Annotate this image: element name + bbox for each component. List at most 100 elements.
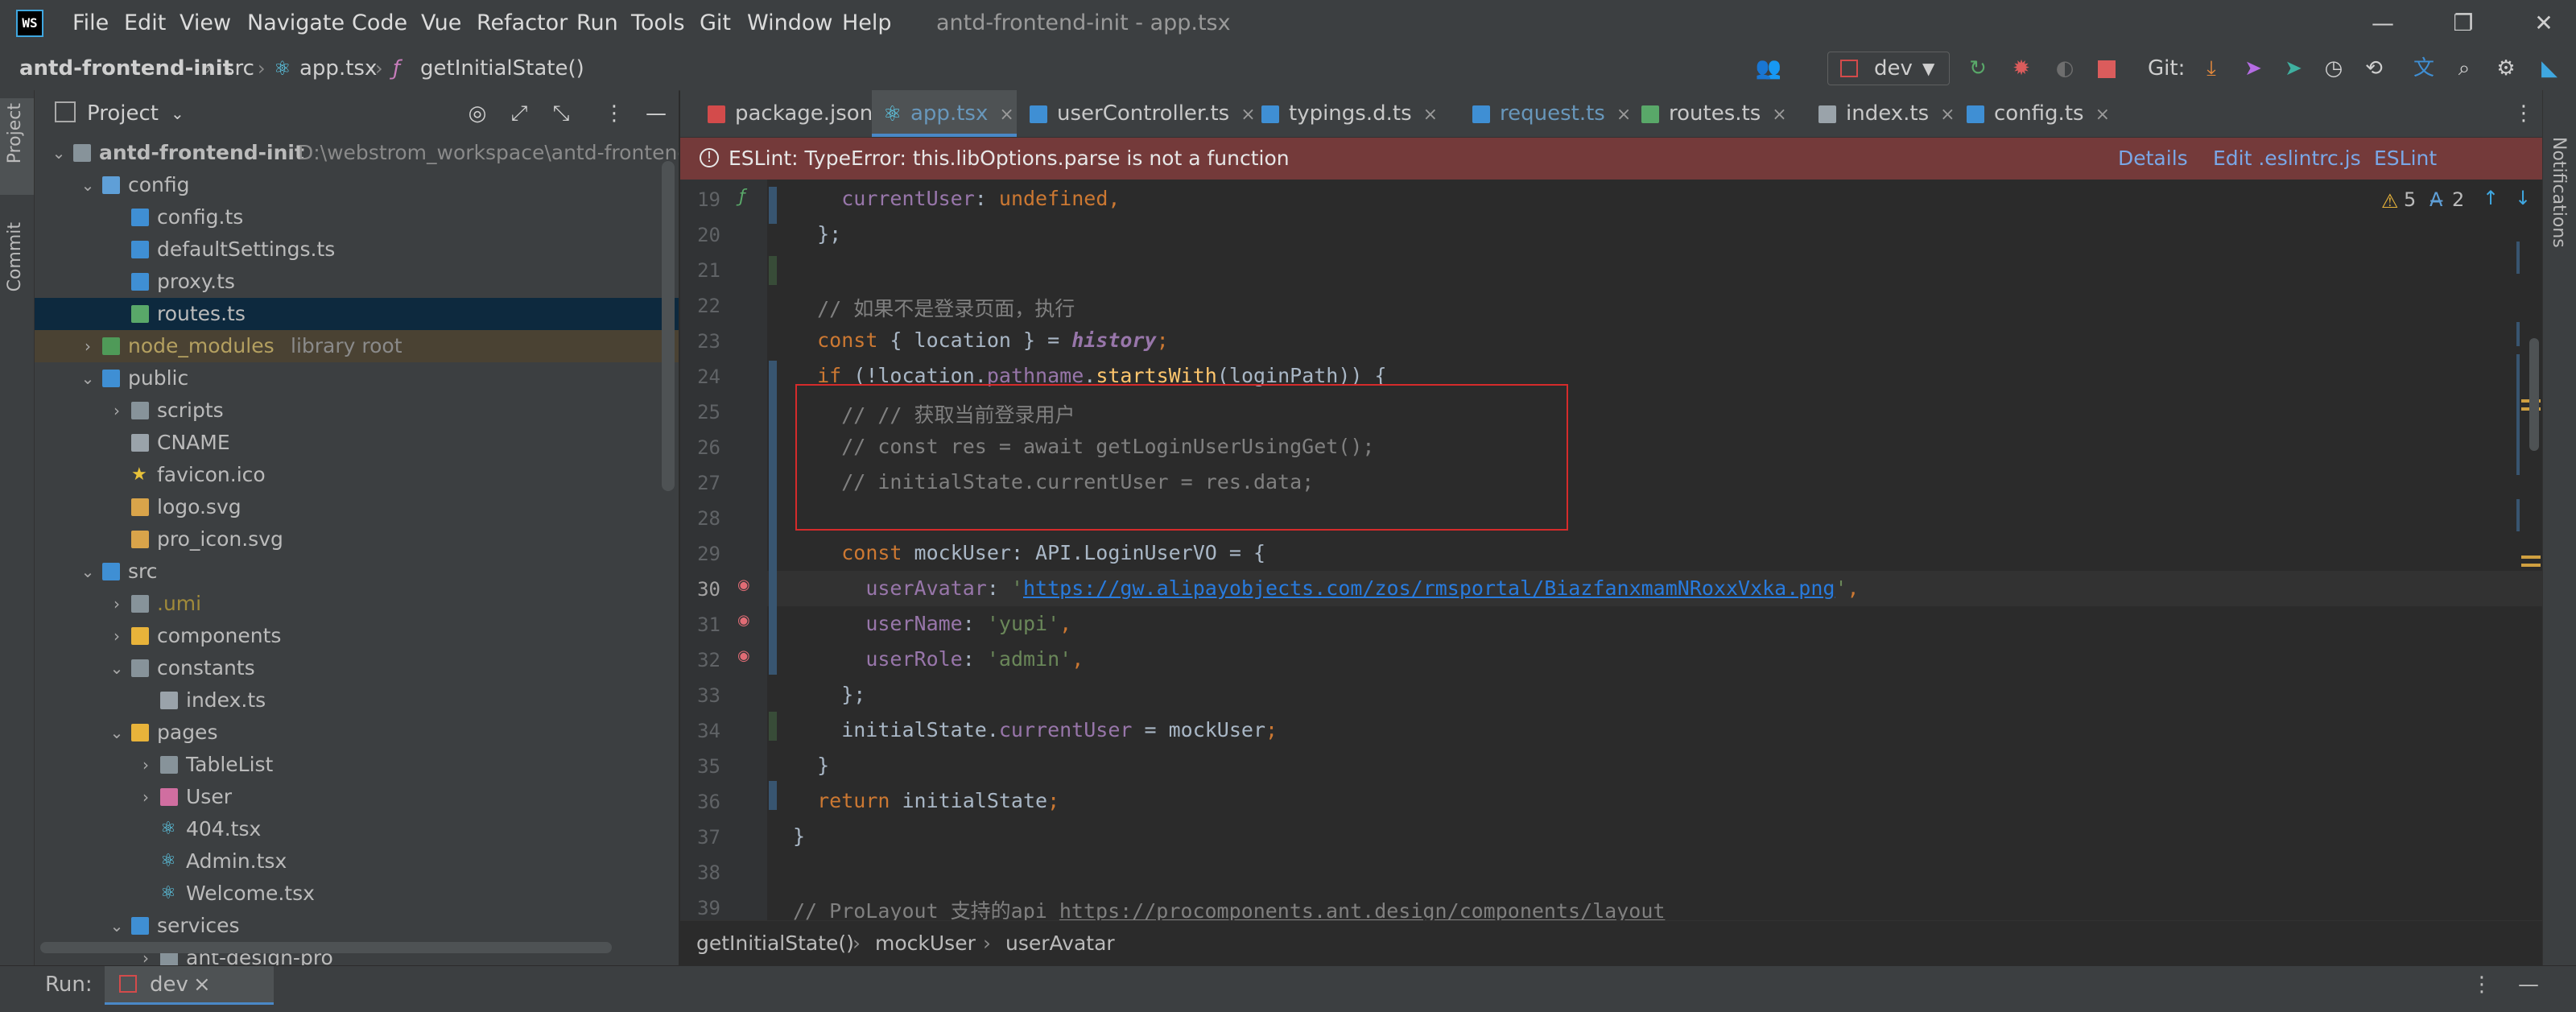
menu-window[interactable]: Window [747, 0, 832, 47]
history-icon[interactable]: ◷ [2320, 55, 2347, 82]
tree-item[interactable]: proxy.ts [35, 266, 679, 298]
close-tab-icon[interactable]: × [2095, 105, 2110, 125]
tree-item[interactable]: › node_modules library root [35, 330, 679, 362]
notifications-tool-tab[interactable]: Notifications [2549, 137, 2569, 248]
warning-count[interactable]: 5 [2404, 188, 2416, 211]
collapse-all-icon[interactable]: ⤡ [547, 100, 575, 127]
chevron-down-icon[interactable]: ⌄ [107, 652, 126, 684]
tree-item[interactable]: ⌄ services [35, 910, 679, 942]
project-panel-title[interactable]: Project [87, 90, 159, 137]
options-icon[interactable]: ⋮ [601, 100, 628, 127]
menu-vue[interactable]: Vue [421, 0, 461, 47]
tab-options-icon[interactable]: ⋮ [2510, 100, 2537, 127]
menu-help[interactable]: Help [842, 0, 892, 47]
code-line[interactable]: } [793, 754, 829, 777]
typo-icon[interactable]: A̶ [2429, 188, 2442, 211]
commit-tool-tab[interactable]: Commit [5, 222, 29, 291]
tree-item[interactable]: › .umi [35, 588, 679, 620]
eslint-details-link[interactable]: Details [2118, 138, 2188, 180]
override-gutter-icon[interactable]: ◉ [737, 612, 750, 629]
tree-item[interactable]: ⚛ Admin.tsx [35, 845, 679, 878]
chevron-right-icon[interactable]: › [136, 781, 155, 813]
code-line[interactable]: const mockUser: API.LoginUserVO = { [793, 541, 1265, 564]
project-tool-tab[interactable]: Project [5, 103, 29, 163]
tree-item[interactable]: › User [35, 781, 679, 813]
code-line[interactable]: } [793, 824, 805, 848]
scroll-warning-marker[interactable] [2521, 556, 2541, 559]
close-tab-icon[interactable]: × [1616, 105, 1631, 125]
tree-item[interactable]: defaultSettings.ts [35, 233, 679, 266]
menu-code[interactable]: Code [352, 0, 407, 47]
editor-crumb-function[interactable]: getInitialState() [696, 921, 854, 966]
menu-navigate[interactable]: Navigate [247, 0, 345, 47]
close-icon[interactable]: × [193, 966, 211, 1003]
scroll-marker[interactable] [2516, 499, 2520, 531]
code-line[interactable]: const { location } = history; [793, 328, 1169, 352]
chevron-right-icon[interactable]: › [107, 588, 126, 620]
chevron-right-icon[interactable]: › [107, 394, 126, 427]
function-gutter-icon[interactable]: ƒ [739, 187, 745, 207]
hide-run-icon[interactable]: — [2518, 966, 2539, 1003]
menu-file[interactable]: File [72, 0, 109, 47]
tree-item[interactable]: ⚛ 404.tsx [35, 813, 679, 845]
scroll-marker[interactable] [2516, 322, 2520, 346]
override-gutter-icon[interactable]: ◉ [737, 576, 750, 593]
breadcrumb-symbol[interactable]: getInitialState() [420, 47, 584, 90]
webstorm-logo-icon[interactable]: WS [16, 10, 43, 37]
breadcrumb-folder[interactable]: src [224, 47, 254, 90]
translate-icon[interactable]: 文 [2410, 55, 2438, 82]
chevron-right-icon[interactable]: › [107, 620, 126, 652]
override-gutter-icon[interactable]: ◉ [737, 647, 750, 664]
git-update-icon[interactable]: ⤓ [2198, 55, 2225, 82]
code-line[interactable]: userAvatar: 'https://gw.alipayobjects.co… [793, 576, 1859, 600]
vcs-added-marker[interactable] [769, 256, 777, 285]
menu-refactor[interactable]: Refactor [477, 0, 568, 47]
tree-item[interactable]: CNAME [35, 427, 679, 459]
editor-crumb-property[interactable]: userAvatar [1005, 921, 1115, 966]
close-icon[interactable]: ✕ [2520, 0, 2568, 47]
editor-tab[interactable]: ⚛ app.tsx × [872, 90, 1017, 137]
stop-icon[interactable] [2098, 60, 2116, 78]
chevron-down-icon[interactable]: ⌄ [78, 362, 97, 394]
code-line[interactable]: // 如果不是登录页面，执行 [793, 293, 1075, 322]
vcs-modified-marker[interactable] [769, 361, 777, 675]
close-tab-icon[interactable]: × [999, 105, 1013, 125]
locate-icon[interactable]: ◎ [464, 100, 491, 127]
editor-tab[interactable]: routes.ts × [1630, 90, 1806, 137]
tree-item[interactable]: ⌄ pages [35, 717, 679, 749]
menu-tools[interactable]: Tools [631, 0, 685, 47]
user-account-icon[interactable]: 👥 [1755, 55, 1782, 82]
vcs-modified-marker[interactable] [769, 187, 777, 224]
chevron-down-icon[interactable]: ⌄ [171, 90, 184, 137]
tree-item[interactable]: pro_icon.svg [35, 523, 679, 556]
next-problem-icon[interactable]: ↓ [2515, 187, 2531, 209]
tree-item[interactable]: ★ favicon.ico [35, 459, 679, 491]
code-line[interactable]: currentUser: undefined, [793, 187, 1120, 210]
code-line[interactable]: return initialState; [793, 789, 1059, 812]
close-tab-icon[interactable]: × [1940, 105, 1955, 125]
chevron-down-icon[interactable]: ⌄ [107, 910, 126, 942]
tree-item[interactable]: config.ts [35, 201, 679, 233]
menu-git[interactable]: Git [700, 0, 731, 47]
editor-tab[interactable]: package.json× [696, 90, 899, 137]
close-tab-icon[interactable]: × [1423, 105, 1438, 125]
vcs-modified-marker[interactable] [769, 781, 777, 810]
tree-item[interactable]: ⌄ antd-frontend-init D:\webstrom_workspace… [35, 137, 679, 169]
rerun-icon[interactable]: ↻ [1964, 55, 1992, 82]
editor-vertical-scrollbar[interactable] [2529, 338, 2539, 451]
code-line[interactable]: initialState.currentUser = mockUser; [793, 718, 1278, 741]
warning-icon[interactable]: ⚠ [2381, 190, 2399, 213]
search-icon[interactable]: ⌕ [2450, 55, 2478, 82]
maximize-icon[interactable]: ❐ [2439, 0, 2487, 47]
tree-item[interactable]: routes.ts [35, 298, 679, 330]
hide-panel-icon[interactable]: — [642, 100, 670, 127]
run-options-icon[interactable]: ⋮ [2471, 966, 2492, 1003]
settings-icon[interactable]: ⚙ [2492, 55, 2520, 82]
code-line[interactable]: }; [793, 222, 841, 246]
code-line[interactable]: }; [793, 683, 865, 706]
menu-edit[interactable]: Edit [124, 0, 166, 47]
tree-item[interactable]: ⌄ constants [35, 652, 679, 684]
tree-item[interactable]: ⚛ Welcome.tsx [35, 878, 679, 910]
expand-all-icon[interactable]: ⤢ [506, 100, 533, 127]
tree-item[interactable]: ⌄ src [35, 556, 679, 588]
